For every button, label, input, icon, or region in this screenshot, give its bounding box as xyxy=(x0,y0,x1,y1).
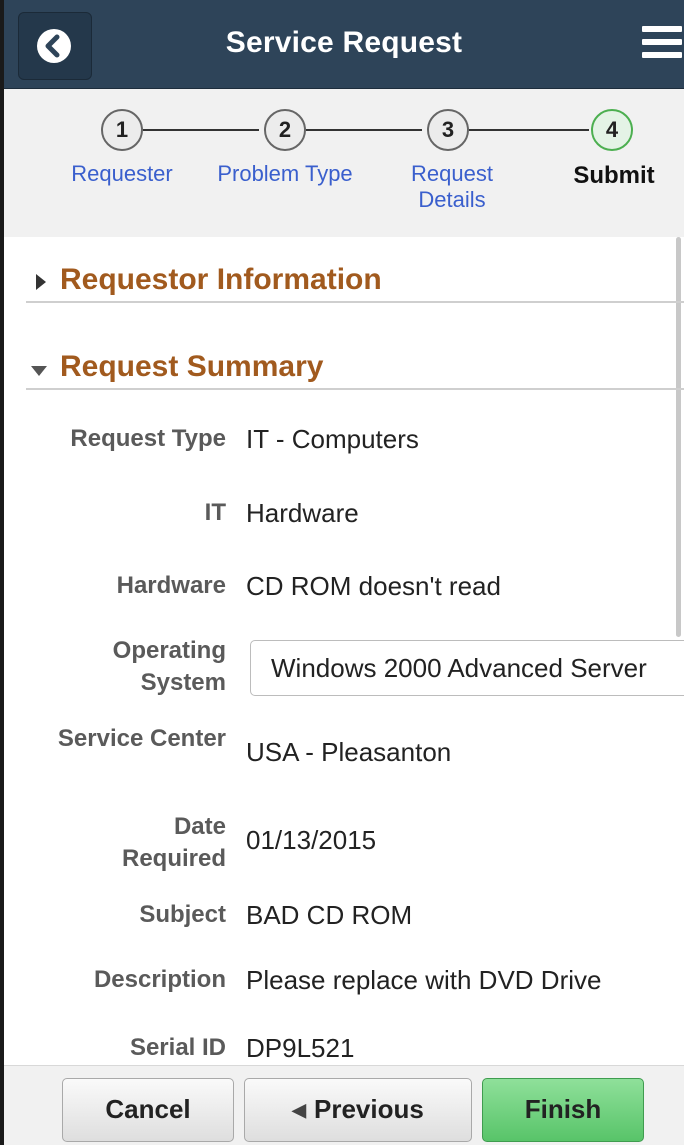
expand-right-icon xyxy=(36,274,46,290)
description-label: Description xyxy=(93,966,226,993)
step-progress: 1 2 3 4 Requester Problem Type Request D… xyxy=(4,89,684,238)
subject-value: BAD CD ROM xyxy=(246,900,413,930)
service-center-value: USA - Pleasanton xyxy=(246,737,452,767)
step-2-circle[interactable]: 2 xyxy=(264,109,306,151)
hardware-label: Hardware xyxy=(116,572,226,599)
previous-button[interactable]: ◀ Previous xyxy=(244,1078,472,1142)
header-bar: Service Request xyxy=(4,0,684,89)
request-type-label: Request Type xyxy=(70,425,226,452)
main-content: Requestor Information Request Summary Re… xyxy=(4,237,684,1065)
requestor-information-section[interactable]: Requestor Information xyxy=(26,237,684,303)
service-center-label: Service Center xyxy=(57,725,226,752)
step-connector xyxy=(306,129,422,131)
serial-id-label: Serial ID xyxy=(129,1034,226,1061)
operating-system-label: Operating System xyxy=(112,637,226,696)
step-1-label[interactable]: Requester xyxy=(37,161,207,187)
section-title: Request Summary xyxy=(60,350,324,383)
step-connector xyxy=(143,129,259,131)
step-3-circle[interactable]: 3 xyxy=(427,109,469,151)
triangle-left-icon: ◀ xyxy=(292,1100,306,1120)
description-value: Please replace with DVD Drive xyxy=(246,965,602,995)
subject-label: Subject xyxy=(139,901,226,928)
step-4-circle: 4 xyxy=(591,109,633,151)
finish-button[interactable]: Finish xyxy=(482,1078,644,1142)
serial-id-value: DP9L521 xyxy=(246,1033,355,1063)
it-label: IT xyxy=(204,499,226,526)
request-type-value: IT - Computers xyxy=(246,424,419,454)
collapse-down-icon xyxy=(31,366,47,376)
operating-system-field[interactable]: Windows 2000 Advanced Server xyxy=(250,640,684,696)
cancel-button[interactable]: Cancel xyxy=(62,1078,234,1142)
it-value: Hardware xyxy=(246,498,359,528)
page-title: Service Request xyxy=(225,26,463,59)
cancel-button-label: Cancel xyxy=(105,1094,191,1124)
section-title: Requestor Information xyxy=(60,263,382,296)
step-2-label[interactable]: Problem Type xyxy=(200,161,370,187)
date-required-label: Date Required xyxy=(121,813,226,872)
hamburger-menu-icon[interactable] xyxy=(642,26,682,62)
date-required-value: 01/13/2015 xyxy=(246,825,377,855)
app-frame: Service Request 1 2 3 4 Requester Proble… xyxy=(0,0,684,1145)
step-1-circle[interactable]: 1 xyxy=(101,109,143,151)
request-summary-section[interactable]: Request Summary xyxy=(26,324,684,390)
previous-button-label: Previous xyxy=(314,1094,424,1124)
hardware-value: CD ROM doesn't read xyxy=(246,571,501,601)
finish-button-label: Finish xyxy=(524,1094,602,1124)
step-connector xyxy=(469,129,589,131)
footer-toolbar: Cancel ◀ Previous Finish xyxy=(4,1065,684,1145)
step-4-label: Submit xyxy=(573,162,655,189)
step-3-label[interactable]: Request Details xyxy=(382,161,522,213)
